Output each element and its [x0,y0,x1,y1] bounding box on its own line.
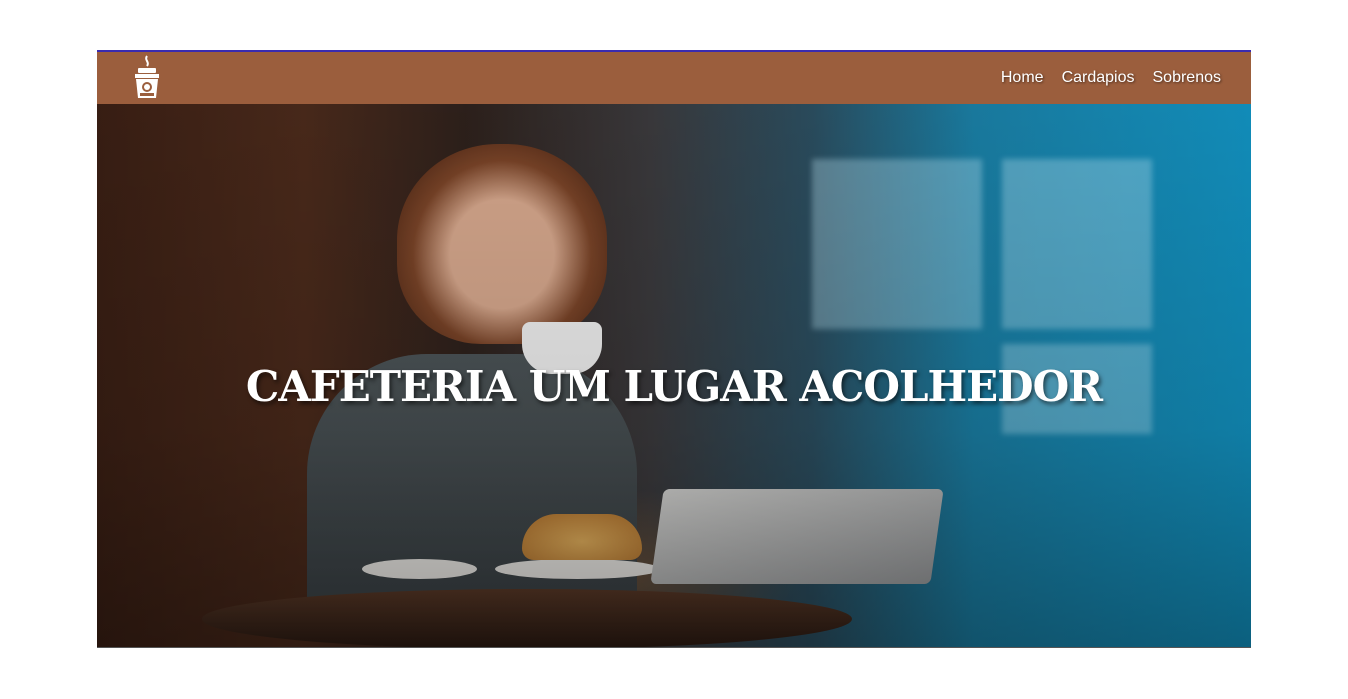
hero-title: CAFETERIA UM LUGAR ACOLHEDOR [245,362,1103,411]
navbar: Home Cardapios Sobrenos [97,52,1251,104]
nav-link-sobrenos[interactable]: Sobrenos [1153,69,1222,87]
hero-banner: CAFETERIA UM LUGAR ACOLHEDOR [97,104,1251,647]
nav-link-cardapios[interactable]: Cardapios [1062,69,1135,87]
nav-link-home[interactable]: Home [1001,69,1044,87]
page-frame: Home Cardapios Sobrenos CAFETERIA UM LUG… [97,50,1251,648]
nav-links: Home Cardapios Sobrenos [1001,69,1221,87]
coffee-cup-icon[interactable] [129,54,165,102]
